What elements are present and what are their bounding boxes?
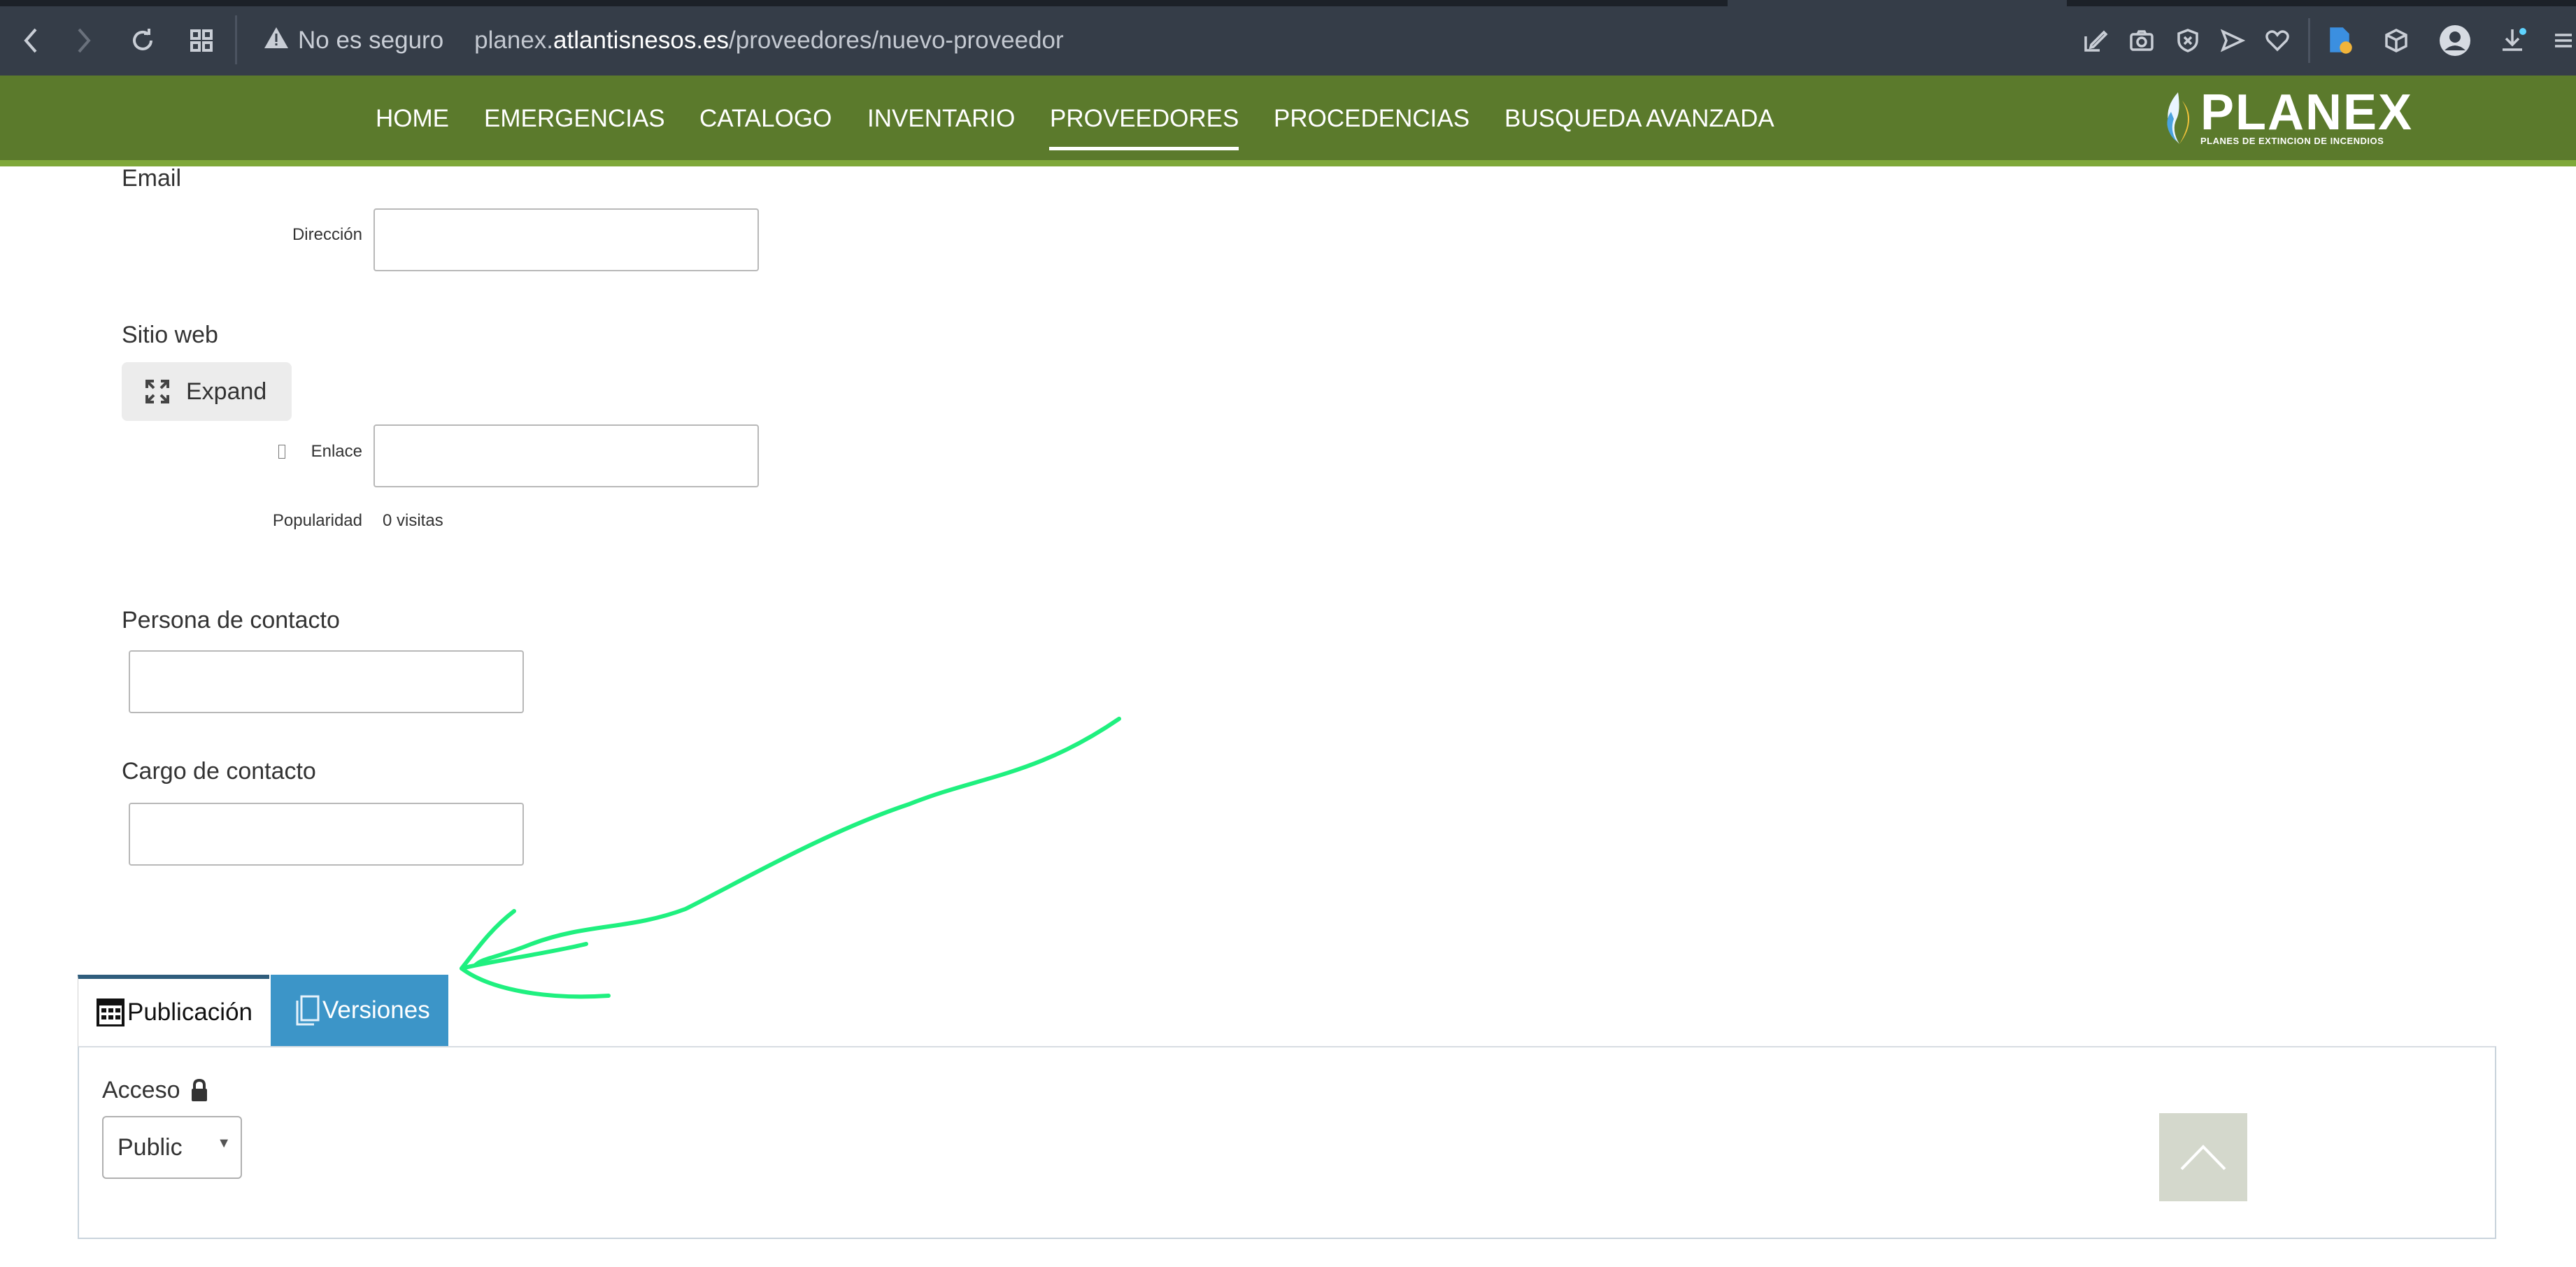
annotation-arrow [460,717,1121,999]
